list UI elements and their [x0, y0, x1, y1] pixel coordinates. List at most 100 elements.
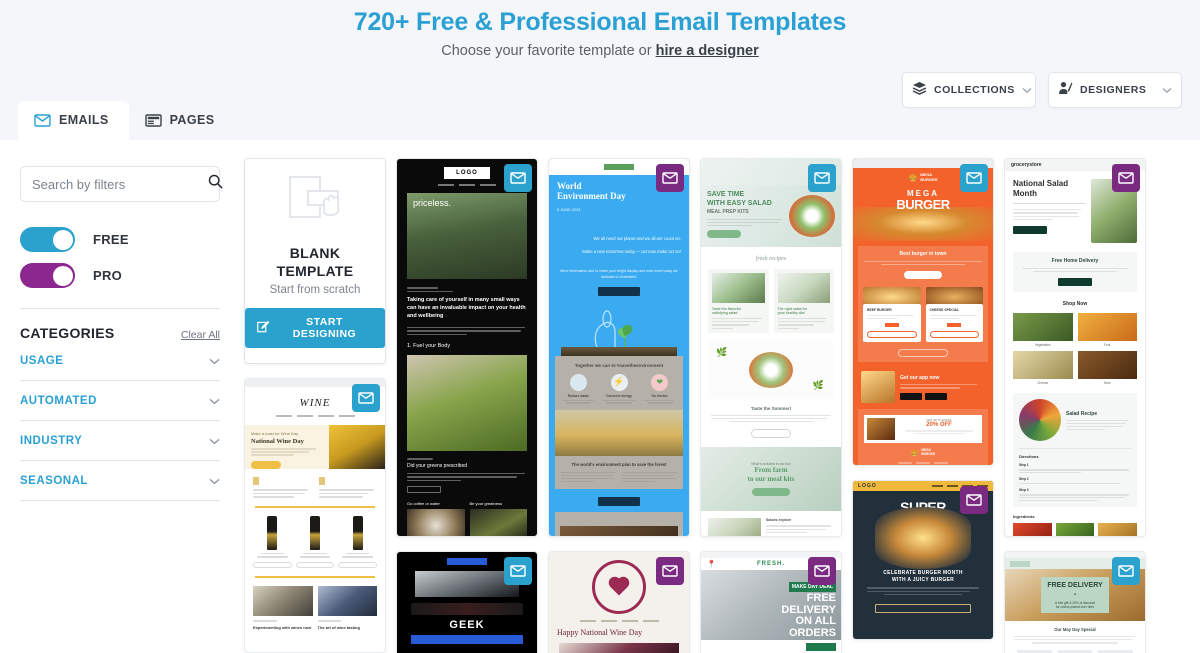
fresh-line3: ON ALL — [795, 615, 836, 628]
category-label: AUTOMATED — [20, 395, 97, 407]
designers-label: DESIGNERS — [1080, 84, 1147, 96]
heart-icon — [610, 578, 628, 596]
fresh-brand: FRESH. — [756, 561, 785, 567]
wellness-thumbnail: LOGO priceless. Taking care of yourself … — [397, 159, 537, 536]
geek-chip — [447, 558, 487, 565]
grocery-step-2: Step 2 — [1019, 477, 1029, 482]
salad-hero: SAVE TIME WITH EASY SALAD MEAL PREP KITS — [701, 185, 841, 247]
wine-article-1: Experimenting with wines now — [253, 624, 312, 630]
grid-column-5: 🍔 MEGA BURGER MEGA BURGER Best burger in t… — [852, 158, 994, 653]
search-filters-box[interactable] — [20, 166, 223, 202]
wellness-card-2: Be your greatness — [469, 501, 502, 507]
template-card-salad[interactable]: SAVE TIME WITH EASY SALAD MEAL PREP KITS… — [700, 158, 842, 537]
grocery-category-2: Fruit — [1104, 343, 1111, 348]
page-body: FREE PRO CATEGORIES Clear All USAGE AUTO… — [0, 140, 1200, 653]
search-input[interactable] — [32, 176, 208, 192]
template-card-greendelivery[interactable]: LOGIN FREE DELIVERY • A free gift & 20% … — [1004, 551, 1146, 653]
start-designing-button[interactable]: START DESIGNING — [245, 308, 385, 348]
superburger-brand: LOGO — [858, 483, 877, 489]
template-card-wellness[interactable]: LOGO priceless. Taking care of yourself … — [396, 158, 538, 537]
template-card-superburger[interactable]: LOGO SUPER BURGER CELEBRATE BURGER MONTH… — [852, 480, 994, 640]
grocery-ingredients: Ingredients — [1013, 514, 1035, 519]
burger-panel-title: Best burger in town — [899, 250, 947, 257]
burger-thumbnail: 🍔 MEGA BURGER MEGA BURGER Best burger in t… — [853, 159, 993, 465]
badge-free-envelope-icon — [504, 164, 532, 192]
wine-article-2: The art of wine tasting — [317, 624, 360, 630]
template-card-geek[interactable]: GEEK — [396, 551, 538, 653]
environment-cta2 — [598, 497, 640, 507]
main-tabs: EMAILS PAGES — [18, 101, 234, 140]
geek-word: GEEK — [449, 619, 485, 631]
collections-label: COLLECTIONS — [934, 84, 1015, 96]
template-card-grocery[interactable]: grocerystore This May Menu National Sala… — [1004, 158, 1146, 537]
tab-emails[interactable]: EMAILS — [18, 101, 129, 140]
chevron-down-icon — [1022, 81, 1032, 99]
greendelivery-badge: FREE DELIVERY • A free gift & 20% of dis… — [1041, 577, 1109, 613]
greendelivery-badge-text: FREE DELIVERY — [1047, 582, 1103, 590]
grocery-directions: Directions — [1019, 454, 1039, 460]
environment-panel-title: Together we can to #savetheenvironment — [574, 362, 664, 368]
environment-sub: More information and to make your bright… — [560, 269, 678, 280]
grid-column-4: SAVE TIME WITH EASY SALAD MEAL PREP KITS… — [700, 158, 842, 653]
template-card-fresh[interactable]: 📍 FRESH. 🛒 MAKE DAY DEAL FREE DELIVERY O… — [700, 551, 842, 653]
category-label: SEASONAL — [20, 475, 88, 487]
categories-title: CATEGORIES — [20, 325, 115, 341]
environment-thumbnail: World Environment Day 5 JUNE 2021 We all… — [549, 159, 689, 536]
template-card-burger[interactable]: 🍔 MEGA BURGER MEGA BURGER Best burger in t… — [852, 158, 994, 466]
template-card-winewday[interactable]: Happy National Wine Day — [548, 551, 690, 653]
badge-pro-envelope-icon — [656, 557, 684, 585]
salad-thumbnail: SAVE TIME WITH EASY SALAD MEAL PREP KITS… — [701, 159, 841, 536]
header-filters: COLLECTIONS DESIGNERS — [902, 72, 1182, 108]
category-industry[interactable]: INDUSTRY — [20, 421, 220, 461]
environment-feature-2: Conserve energy — [606, 393, 632, 398]
grocery-headline: National Salad Month — [1013, 179, 1069, 198]
template-card-environment[interactable]: World Environment Day 5 JUNE 2021 We all… — [548, 158, 690, 537]
toggle-free-label: FREE — [93, 232, 129, 247]
blank-title-line1: BLANK — [289, 245, 341, 261]
hire-designer-link[interactable]: hire a designer — [656, 43, 759, 59]
burger-card-1: BEEF BURGER — [867, 307, 892, 312]
clear-all-link[interactable]: Clear All — [181, 329, 220, 341]
toggle-knob — [52, 265, 73, 286]
designers-dropdown[interactable]: DESIGNERS — [1048, 72, 1182, 108]
geek-keyboard-image — [411, 603, 523, 615]
toggle-free[interactable] — [20, 227, 75, 252]
wine-hero: Make a toast for Wine Day National Wine … — [245, 425, 385, 469]
blank-template-card[interactable]: BLANK TEMPLATE Start from scratch START … — [244, 158, 386, 364]
pencil-icon — [257, 320, 270, 336]
category-automated[interactable]: AUTOMATED — [20, 381, 220, 421]
categories-header: CATEGORIES Clear All — [20, 308, 220, 341]
page-icon — [144, 113, 162, 127]
search-icon[interactable] — [208, 174, 223, 194]
collections-dropdown[interactable]: COLLECTIONS — [902, 72, 1036, 108]
grid-column-1: BLANK TEMPLATE Start from scratch START … — [244, 158, 386, 653]
badge-free-envelope-icon — [504, 557, 532, 585]
grocery-category-4: Nuts — [1103, 381, 1111, 386]
toggle-knob — [52, 229, 73, 250]
badge-pro-envelope-icon — [960, 486, 988, 514]
fresh-line1: FREE — [806, 592, 836, 604]
burger-app-title: Get our app now — [900, 375, 940, 382]
grocery-step-3: Step 3 — [1019, 488, 1029, 493]
salad-feature-title: Taste the Summer! — [750, 405, 792, 411]
grocery-recipe-title: Salad Recipe — [1066, 410, 1098, 417]
subtitle-text: Choose your favorite template or — [441, 43, 656, 59]
grid-column-2: LOGO priceless. Taking care of yourself … — [396, 158, 538, 653]
winewday-headline: Happy National Wine Day — [557, 628, 643, 637]
wellness-headline: Taking care of yourself in many small wa… — [407, 297, 526, 319]
wellness-sub: Did your greens prescribed — [407, 462, 468, 469]
category-seasonal[interactable]: SEASONAL — [20, 461, 220, 501]
badge-free-envelope-icon — [808, 164, 836, 192]
wine-thumbnail: WINE Make a toast for Wine Day National … — [245, 379, 385, 652]
badge-pro-envelope-icon — [808, 557, 836, 585]
toggle-pro[interactable] — [20, 263, 75, 288]
category-usage[interactable]: USAGE — [20, 341, 220, 381]
superburger-hero-image — [875, 507, 971, 569]
template-card-wine[interactable]: WINE Make a toast for Wine Day National … — [244, 378, 386, 653]
chevron-down-icon — [1162, 81, 1172, 99]
greendelivery-special: Our May Day Special — [1054, 627, 1096, 632]
tab-pages[interactable]: PAGES — [129, 101, 235, 140]
grid-column-3: World Environment Day 5 JUNE 2021 We all… — [548, 158, 690, 653]
layers-icon — [912, 81, 927, 100]
grocery-category-3: Cheese — [1037, 381, 1049, 386]
